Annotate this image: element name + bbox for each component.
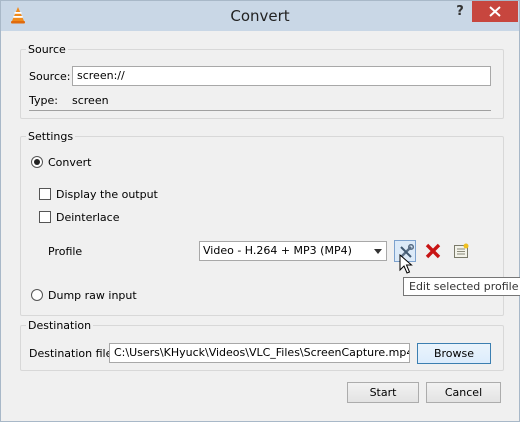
source-divider — [29, 110, 491, 111]
destination-file-label: Destination file: — [29, 347, 117, 360]
profile-label: Profile — [48, 245, 83, 258]
destination-file-input[interactable]: C:\Users\KHyuck\Videos\VLC_Files\ScreenC… — [109, 343, 410, 363]
deinterlace-label[interactable]: Deinterlace — [56, 211, 119, 224]
settings-group-title: Settings — [26, 130, 76, 143]
display-output-checkbox[interactable] — [39, 188, 51, 200]
deinterlace-checkbox[interactable] — [39, 211, 51, 223]
convert-dialog: Convert ? Source Source: screen:// Type:… — [0, 0, 520, 422]
dump-raw-radio[interactable] — [31, 289, 43, 301]
source-label: Source: — [29, 70, 71, 83]
title-bar[interactable]: Convert ? — [1, 1, 519, 31]
edit-profile-tooltip: Edit selected profile — [403, 277, 520, 296]
display-output-label[interactable]: Display the output — [56, 188, 158, 201]
delete-profile-button[interactable] — [422, 240, 444, 262]
help-button[interactable]: ? — [447, 2, 473, 22]
delete-x-icon — [425, 243, 441, 259]
mouse-cursor-icon — [399, 254, 413, 274]
source-input[interactable]: screen:// — [72, 66, 491, 86]
new-document-icon — [454, 243, 469, 258]
profile-select[interactable]: Video - H.264 + MP3 (MP4) — [199, 241, 387, 261]
profile-select-value: Video - H.264 + MP3 (MP4) — [203, 244, 352, 257]
type-label: Type: — [29, 94, 58, 107]
dump-raw-label[interactable]: Dump raw input — [48, 289, 137, 302]
convert-label[interactable]: Convert — [48, 156, 92, 169]
destination-group-title: Destination — [26, 319, 94, 332]
type-value: screen — [72, 94, 109, 107]
chevron-down-icon — [374, 249, 382, 254]
cancel-button[interactable]: Cancel — [426, 382, 501, 403]
start-button[interactable]: Start — [347, 382, 419, 403]
close-button[interactable] — [472, 1, 518, 22]
source-group-title: Source — [26, 43, 68, 56]
browse-button[interactable]: Browse — [417, 343, 491, 364]
new-profile-button[interactable] — [450, 240, 472, 262]
window-title: Convert — [230, 7, 290, 25]
convert-radio[interactable] — [31, 156, 43, 168]
close-icon — [489, 6, 501, 17]
